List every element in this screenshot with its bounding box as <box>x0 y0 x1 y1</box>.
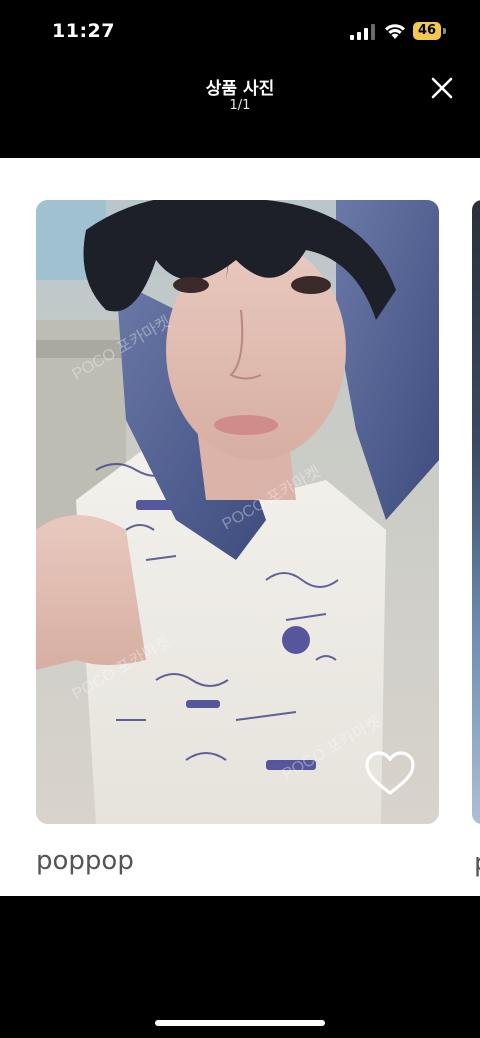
battery-cap <box>443 28 446 34</box>
status-bar: 11:27 46 <box>0 0 480 64</box>
photo-caption: poppop <box>36 846 134 876</box>
signal-icon <box>350 24 375 40</box>
page-title: 상품 사진 <box>205 79 275 99</box>
product-photo: POCO 포카마켓 POCO 포카마켓 POCO 포카마켓 POCO 포카마켓 <box>36 200 439 824</box>
wifi-icon <box>385 24 405 39</box>
battery-level: 46 <box>413 22 441 40</box>
photo-viewer-screen: 11:27 46 상품 사진 1/1 POCO 포카마켓 POCO 포카마켓 P… <box>0 0 480 1038</box>
next-photo-caption: p <box>474 848 480 878</box>
status-time: 11:27 <box>52 20 115 42</box>
home-indicator[interactable] <box>155 1020 325 1026</box>
next-photo-card[interactable] <box>472 200 480 824</box>
photo-carousel[interactable]: POCO 포카마켓 POCO 포카마켓 POCO 포카마켓 POCO 포카마켓 … <box>0 158 480 896</box>
photo-counter: 1/1 <box>229 98 251 113</box>
heart-outline-icon[interactable] <box>364 750 416 798</box>
product-photo-card[interactable]: POCO 포카마켓 POCO 포카마켓 POCO 포카마켓 POCO 포카마켓 <box>36 200 439 824</box>
battery-icon: 46 <box>413 22 447 40</box>
close-icon[interactable] <box>424 70 460 106</box>
viewer-header: 상품 사진 1/1 <box>0 64 480 158</box>
